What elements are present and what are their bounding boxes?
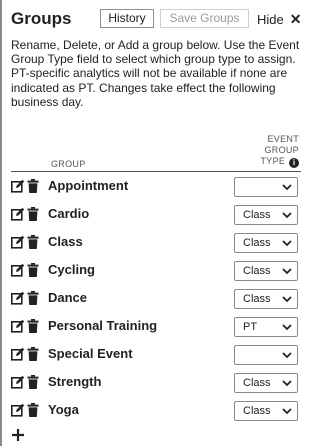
panel-title: Groups (11, 9, 72, 28)
edit-icon[interactable] (11, 263, 25, 277)
group-name[interactable]: Appointment (48, 174, 128, 198)
chevron-down-icon (282, 184, 292, 191)
event-group-type-select[interactable] (234, 345, 298, 365)
group-row: Class Class (11, 230, 303, 258)
group-row: Cardio Class (11, 202, 303, 230)
group-row: Personal Training PT (11, 314, 303, 342)
panel-left-border (0, 0, 2, 446)
group-name[interactable]: Strength (48, 370, 101, 394)
event-group-type-select[interactable]: Class (234, 289, 298, 309)
group-name[interactable]: Cycling (48, 258, 95, 282)
chevron-down-icon (282, 240, 292, 247)
group-row: Appointment (11, 174, 303, 202)
event-group-type-select[interactable]: Class (234, 261, 298, 281)
group-row: Cycling Class (11, 258, 303, 286)
column-header-type-line3: TYPE (260, 156, 286, 166)
edit-icon[interactable] (11, 319, 25, 333)
event-group-type-value: Class (243, 209, 271, 221)
chevron-down-icon (282, 324, 292, 331)
edit-icon[interactable] (11, 179, 25, 193)
trash-icon[interactable] (27, 291, 39, 305)
save-groups-button[interactable]: Save Groups (160, 9, 249, 28)
chevron-down-icon (282, 408, 292, 415)
panel-description: Rename, Delete, or Add a group below. Us… (11, 38, 300, 109)
event-group-type-select[interactable]: PT (234, 317, 298, 337)
event-group-type-value: Class (243, 405, 271, 417)
group-name[interactable]: Class (48, 230, 83, 254)
info-icon[interactable]: i (289, 158, 299, 168)
panel-header: Groups History Save Groups Hide ✕ (11, 8, 303, 30)
edit-icon[interactable] (11, 347, 25, 361)
event-group-type-select[interactable]: Class (234, 233, 298, 253)
group-row: Strength Class (11, 370, 303, 398)
trash-icon[interactable] (27, 207, 39, 221)
trash-icon[interactable] (27, 375, 39, 389)
event-group-type-select[interactable] (234, 177, 298, 197)
chevron-down-icon (282, 212, 292, 219)
trash-icon[interactable] (27, 235, 39, 249)
trash-icon[interactable] (27, 403, 39, 417)
group-name[interactable]: Personal Training (48, 314, 157, 338)
group-name[interactable]: Special Event (48, 342, 133, 366)
event-group-type-value: Class (243, 237, 271, 249)
trash-icon[interactable] (27, 263, 39, 277)
group-name[interactable]: Yoga (48, 398, 79, 422)
history-button[interactable]: History (100, 9, 154, 28)
chevron-down-icon (282, 380, 292, 387)
edit-icon[interactable] (11, 291, 25, 305)
event-group-type-value: PT (243, 321, 258, 333)
edit-icon[interactable] (11, 403, 25, 417)
column-header-event-group-type: EVENT GROUP TYPE i (239, 134, 299, 168)
edit-icon[interactable] (11, 375, 25, 389)
trash-icon[interactable] (27, 319, 39, 333)
chevron-down-icon (282, 352, 292, 359)
group-row: Yoga Class (11, 398, 303, 426)
plus-icon (12, 429, 24, 441)
hide-button[interactable]: Hide ✕ (257, 8, 301, 30)
event-group-type-value: Class (243, 377, 271, 389)
column-header-group: GROUP (51, 159, 86, 169)
group-row: Special Event (11, 342, 303, 370)
group-name[interactable]: Cardio (48, 202, 89, 226)
trash-icon[interactable] (27, 347, 39, 361)
hide-label: Hide (257, 12, 284, 27)
chevron-down-icon (282, 268, 292, 275)
event-group-type-select[interactable]: Class (234, 401, 298, 421)
event-group-type-select[interactable]: Class (234, 205, 298, 225)
table-header-divider (11, 171, 301, 172)
add-group-button[interactable] (10, 427, 26, 443)
column-header-type-line2: GROUP (264, 145, 299, 155)
edit-icon[interactable] (11, 207, 25, 221)
trash-icon[interactable] (27, 179, 39, 193)
edit-icon[interactable] (11, 235, 25, 249)
event-group-type-value: Class (243, 265, 271, 277)
group-row: Dance Class (11, 286, 303, 314)
group-name[interactable]: Dance (48, 286, 87, 310)
chevron-down-icon (282, 296, 292, 303)
column-header-type-line1: EVENT (267, 134, 299, 144)
event-group-type-value: Class (243, 293, 271, 305)
event-group-type-select[interactable]: Class (234, 373, 298, 393)
close-icon[interactable]: ✕ (290, 11, 302, 27)
